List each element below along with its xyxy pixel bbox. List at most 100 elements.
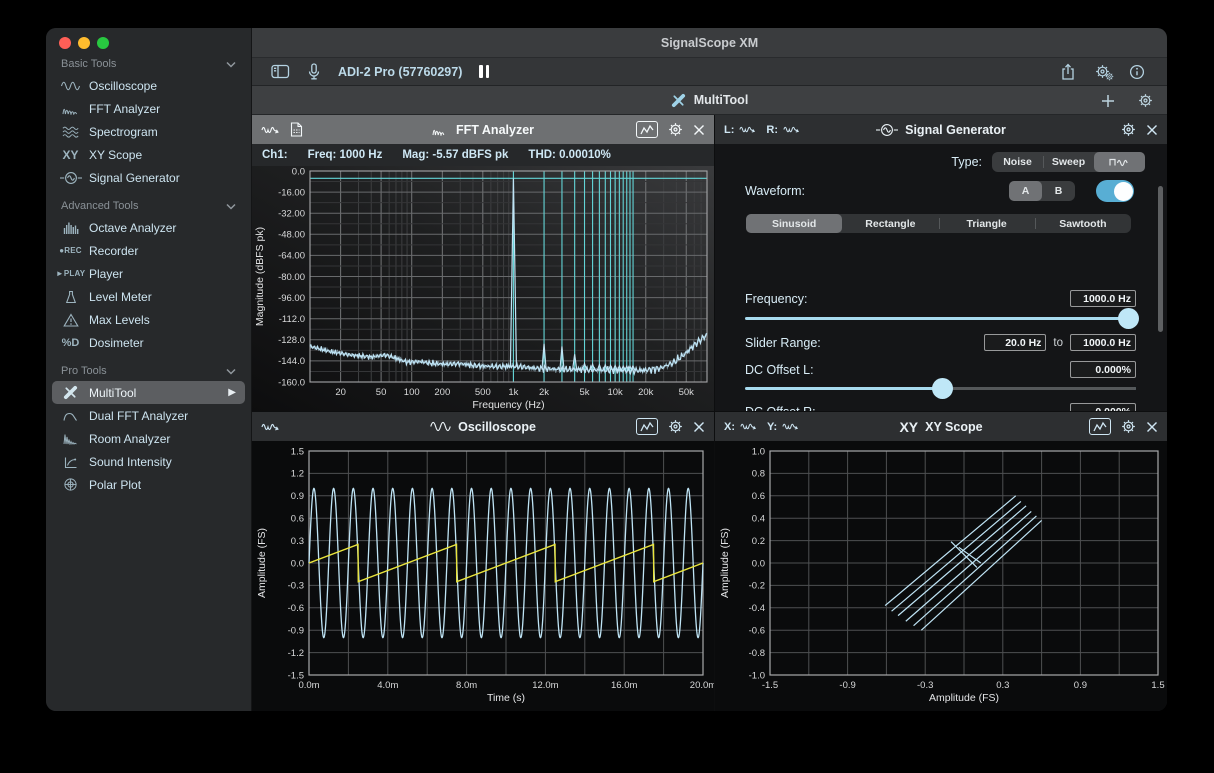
decay-waveform-icon [52, 432, 89, 445]
tool-settings-gears-icon[interactable] [1095, 64, 1110, 79]
svg-text:Amplitude (FS): Amplitude (FS) [719, 528, 731, 598]
sidebar-item-label: Signal Generator [89, 171, 180, 185]
axes-curve-icon [52, 455, 89, 469]
chart-view-toggle-button[interactable] [636, 418, 658, 435]
sidebar-item-polar-plot[interactable]: Polar Plot [52, 473, 245, 496]
frequency-slider-thumb[interactable] [1118, 308, 1139, 329]
range-high-field[interactable]: 1000.0 Hz [1070, 334, 1136, 351]
close-panel-icon[interactable] [1146, 124, 1158, 136]
layout-gear-icon[interactable] [1138, 93, 1153, 108]
info-icon[interactable] [1129, 64, 1145, 80]
signal-generator-panel: Signal Generator L: R: Type: Noise Sweep [715, 115, 1167, 412]
x-input-signal-icon[interactable] [740, 421, 758, 432]
panel-settings-gear-icon[interactable] [668, 122, 683, 137]
scrollbar[interactable] [1158, 186, 1163, 332]
sidebar-item-spectrogram[interactable]: Spectrogram [52, 120, 245, 143]
sidebar-section-basic-tools[interactable]: Basic Tools [52, 54, 245, 74]
frequency-value-field[interactable]: 1000.0 Hz [1070, 290, 1136, 307]
pause-button[interactable] [479, 65, 489, 78]
input-signal-icon[interactable] [261, 124, 281, 136]
oscilloscope-chart[interactable]: 0.0m4.0m8.0m12.0m16.0m20.0m1.51.20.90.60… [252, 441, 715, 711]
sidebar-item-label: Octave Analyzer [89, 221, 176, 235]
dc-offset-l-field[interactable]: 0.000% [1070, 361, 1136, 378]
active-tool-arrow-icon: ▶ [228, 388, 236, 398]
waveform-b-option[interactable]: B [1042, 181, 1075, 201]
right-output-signal-icon[interactable] [783, 124, 801, 135]
type-option-sweep[interactable]: Sweep [1043, 152, 1094, 172]
xy-chart[interactable]: -1.5-0.9-0.30.30.91.51.00.80.60.40.20.0-… [715, 441, 1167, 711]
close-panel-icon[interactable] [1146, 421, 1158, 433]
sidebar-item-signal-generator[interactable]: Signal Generator [52, 166, 245, 189]
svg-text:-0.3: -0.3 [917, 680, 933, 691]
panel-settings-gear-icon[interactable] [668, 419, 683, 434]
sidebar-item-xy-scope[interactable]: XY XY Scope [52, 143, 245, 166]
svg-text:-0.6: -0.6 [749, 626, 765, 637]
dc-offset-l-slider-thumb[interactable] [932, 378, 953, 399]
sidebar-item-oscilloscope[interactable]: Oscilloscope [52, 74, 245, 97]
sidebar-item-dual-fft-analyzer[interactable]: Dual FFT Analyzer [52, 404, 245, 427]
output-enable-toggle[interactable] [1096, 180, 1134, 202]
dual-fft-curve-icon [52, 409, 89, 422]
range-low-field[interactable]: 20.0 Hz [984, 334, 1046, 351]
multitool-icon [671, 93, 686, 108]
input-signal-icon[interactable] [261, 421, 281, 433]
sidebar-toggle-icon[interactable] [271, 64, 290, 79]
sidebar-item-fft-analyzer[interactable]: FFT Analyzer [52, 97, 245, 120]
svg-text:1.2: 1.2 [291, 469, 304, 480]
microphone-icon[interactable] [307, 63, 321, 81]
zoom-window-button[interactable] [97, 37, 109, 49]
sidebar-item-level-meter[interactable]: Level Meter [52, 285, 245, 308]
svg-text:50k: 50k [679, 387, 695, 398]
svg-text:-0.9: -0.9 [839, 680, 855, 691]
y-channel-label: Y: [767, 421, 777, 433]
svg-text:-96.00: -96.00 [278, 293, 305, 304]
waveform-sinusoid-option[interactable]: Sinusoid [746, 214, 842, 233]
close-window-button[interactable] [59, 37, 71, 49]
sidebar-item-label: Max Levels [89, 313, 150, 327]
chart-view-toggle-button[interactable] [636, 121, 658, 138]
sidebar-item-player[interactable]: ►PLAY Player [52, 262, 245, 285]
frequency-slider[interactable] [745, 308, 1136, 329]
sidebar-item-multitool[interactable]: MultiTool ▶ [52, 381, 245, 404]
waveform-a-option[interactable]: A [1009, 181, 1042, 201]
range-to-text: to [1053, 337, 1063, 349]
svg-text:-112.0: -112.0 [279, 314, 305, 325]
snapshot-document-icon[interactable] [290, 122, 303, 137]
slider-range-label: Slider Range: [745, 336, 821, 350]
add-tool-icon[interactable] [1101, 94, 1115, 108]
dc-offset-l-slider[interactable] [745, 378, 1136, 399]
signal-generator-icon [52, 171, 89, 185]
panel-settings-gear-icon[interactable] [1121, 122, 1136, 137]
sidebar-item-max-levels[interactable]: Max Levels [52, 308, 245, 331]
type-option-waveform[interactable] [1094, 152, 1145, 172]
svg-text:100: 100 [404, 387, 420, 398]
chevron-down-icon [226, 203, 236, 210]
left-output-signal-icon[interactable] [739, 124, 757, 135]
waveform-rectangle-option[interactable]: Rectangle [842, 214, 938, 233]
sidebar-item-recorder[interactable]: ●REC Recorder [52, 239, 245, 262]
dc-offset-r-label: DC Offset R: [745, 405, 816, 413]
fft-chart[interactable]: 20501002005001k2k5k10k20k50k0.0-16.00-32… [252, 166, 715, 412]
sidebar-item-octave-analyzer[interactable]: Octave Analyzer [52, 216, 245, 239]
y-input-signal-icon[interactable] [782, 421, 800, 432]
sidebar-item-dosimeter[interactable]: %D Dosimeter [52, 331, 245, 354]
waveform-triangle-option[interactable]: Triangle [939, 214, 1035, 233]
panel-settings-gear-icon[interactable] [1121, 419, 1136, 434]
sidebar-section-pro-tools[interactable]: Pro Tools [52, 361, 245, 381]
close-panel-icon[interactable] [693, 421, 705, 433]
sidebar-item-room-analyzer[interactable]: Room Analyzer [52, 427, 245, 450]
sidebar-section-advanced-tools[interactable]: Advanced Tools [52, 196, 245, 216]
waveform-sawtooth-option[interactable]: Sawtooth [1035, 214, 1131, 233]
minimize-window-button[interactable] [78, 37, 90, 49]
tool-list: Basic Tools Oscilloscope FFT Analyzer Sp… [46, 54, 251, 496]
sidebar-item-sound-intensity[interactable]: Sound Intensity [52, 450, 245, 473]
svg-text:1k: 1k [508, 387, 518, 398]
multitool-tab[interactable]: MultiTool [671, 93, 749, 108]
chart-view-toggle-button[interactable] [1089, 418, 1111, 435]
sidebar-item-label: Dosimeter [89, 336, 144, 350]
type-option-noise[interactable]: Noise [992, 152, 1043, 172]
close-panel-icon[interactable] [693, 124, 705, 136]
dc-offset-r-field[interactable]: 0.000% [1070, 403, 1136, 412]
share-icon[interactable] [1060, 63, 1076, 81]
device-selector[interactable]: ADI-2 Pro (57760297) [338, 65, 462, 79]
